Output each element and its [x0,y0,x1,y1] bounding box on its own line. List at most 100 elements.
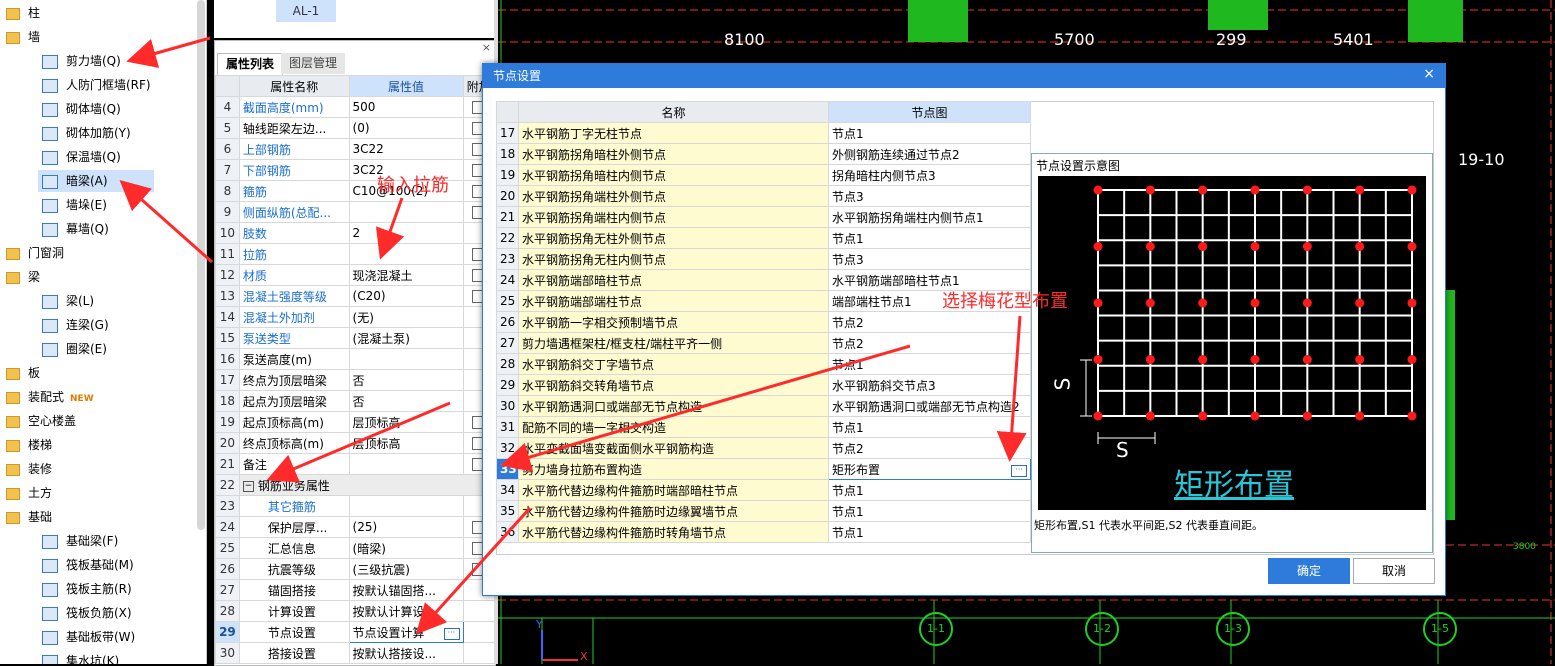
property-row[interactable]: 30 搭接设置 按默认搭接设... [215,642,495,664]
node-row[interactable]: 27 剪力墙遇框架柱/框支柱/端柱平齐一侧 节点2 [496,332,1031,354]
node-value[interactable]: 节点1 [828,122,1031,144]
tree-item-13[interactable]: 连梁(G) [42,314,109,336]
node-value[interactable]: 外侧钢筋连续通过节点2 [828,143,1031,165]
tree-item-6[interactable]: 保温墙(Q) [42,146,121,168]
node-value[interactable]: 节点1 [828,521,1031,543]
tree-item-9[interactable]: 幕墙(Q) [42,218,109,240]
tree-item-0[interactable]: 柱 [6,2,40,24]
node-value[interactable]: 节点1 [828,416,1031,438]
collapse-icon[interactable]: − [242,480,254,492]
node-value[interactable]: 节点2 [828,332,1031,354]
property-value[interactable]: 现浇混凝土 [348,264,464,286]
property-value[interactable]: 否 [348,369,464,391]
tree-item-8[interactable]: 墙垛(E) [42,194,107,216]
property-value[interactable]: (三级抗震) [348,558,464,580]
node-value[interactable]: 水平钢筋拐角端柱内侧节点1 [828,206,1031,228]
tree-item-27[interactable]: 集水坑(K) [42,650,119,664]
tree-item-15[interactable]: 板 [6,362,40,384]
property-row[interactable]: 19 起点顶标高(m) 层顶标高 [215,411,495,433]
property-row[interactable]: 28 计算设置 按默认计算设... [215,600,495,622]
tree-item-26[interactable]: 基础板带(W) [42,626,135,648]
property-value[interactable]: 层顶标高 [348,411,464,433]
tree-item-19[interactable]: 装修 [6,458,52,480]
node-value[interactable]: 节点3 [828,185,1031,207]
property-row[interactable]: 21 备注 [215,453,495,475]
node-value[interactable]: 水平钢筋遇洞口或端部无节点构造2 [828,395,1031,417]
property-row[interactable]: 12 材质 现浇混凝土 [215,264,495,286]
property-value[interactable] [348,348,464,370]
node-row[interactable]: 35 水平筋代替边缘构件箍筋时边缘翼墙节点 节点1 [496,500,1031,522]
tree-item-25[interactable]: 筏板负筋(X) [42,602,132,624]
property-row[interactable]: 16 泵送高度(m) [215,348,495,370]
node-row[interactable]: 33 剪力墙身拉筋布置构造 矩形布置 ··· [496,458,1031,480]
property-row[interactable]: 10 肢数 2 [215,222,495,244]
property-value[interactable]: 2 [348,222,464,244]
tree-item-5[interactable]: 砌体加筋(Y) [42,122,131,144]
node-value[interactable]: 节点1 [828,500,1031,522]
property-row[interactable]: 15 泵送类型 (混凝土泵) [215,327,495,349]
node-row[interactable]: 23 水平钢筋拐角无柱内侧节点 节点3 [496,248,1031,270]
property-row[interactable]: 27 锚固搭接 按默认锚固搭... [215,579,495,601]
node-row[interactable]: 18 水平钢筋拐角暗柱外侧节点 外侧钢筋连续通过节点2 [496,143,1031,165]
tree-item-7[interactable]: 暗梁(A) [38,170,154,192]
tree-item-11[interactable]: 梁 [6,266,40,288]
node-row[interactable]: 26 水平钢筋一字相交预制墙节点 节点2 [496,311,1031,333]
property-value[interactable] [348,243,464,265]
node-value[interactable]: 节点2 [828,311,1031,333]
property-row[interactable]: 23 其它箍筋 [215,495,495,517]
property-value[interactable]: 3C22 [348,138,464,160]
property-row[interactable]: 18 起点为顶层暗梁 否 [215,390,495,412]
node-row[interactable]: 28 水平钢筋斜交丁字墙节点 节点1 [496,353,1031,375]
property-row[interactable]: 24 保护层厚... (25) [215,516,495,538]
node-row[interactable]: 29 水平钢筋斜交转角墙节点 水平钢筋斜交节点3 [496,374,1031,396]
property-row[interactable]: 11 拉筋 [215,243,495,265]
property-row[interactable]: 13 混凝土强度等级 (C20) [215,285,495,307]
node-value[interactable]: 拐角暗柱内侧节点3 [828,164,1031,186]
node-row[interactable]: 36 水平筋代替边缘构件箍筋时转角墙节点 节点1 [496,521,1031,543]
tree-item-23[interactable]: 筏板基础(M) [42,554,134,576]
tree-item-17[interactable]: 空心楼盖 [6,410,76,432]
property-value[interactable] [348,495,464,517]
property-value[interactable]: (C20) [348,285,464,307]
property-row[interactable]: 8 箍筋 C10@100(2) [215,180,495,202]
property-value[interactable]: 按默认锚固搭... [348,579,464,601]
property-value[interactable]: 按默认搭接设... [348,642,464,664]
node-row[interactable]: 21 水平钢筋拐角端柱内侧节点 水平钢筋拐角端柱内侧节点1 [496,206,1031,228]
tree-scrollbar[interactable] [197,0,205,530]
property-value[interactable]: 层顶标高 [348,432,464,454]
node-row[interactable]: 17 水平钢筋丁字无柱节点 节点1 [496,122,1031,144]
property-value[interactable]: (混凝土泵) [348,327,464,349]
property-row[interactable]: 7 下部钢筋 3C22 [215,159,495,181]
tree-item-18[interactable]: 楼梯 [6,434,52,456]
property-value[interactable]: 按默认计算设... [348,600,464,622]
more-options-icon[interactable]: ··· [443,627,460,640]
more-options-icon[interactable]: ··· [1011,464,1027,477]
node-row[interactable]: 20 水平钢筋拐角端柱外侧节点 节点3 [496,185,1031,207]
tree-item-12[interactable]: 梁(L) [42,290,94,312]
ok-button[interactable]: 确定 [1268,558,1350,584]
property-value[interactable]: 500 [348,96,464,118]
node-value[interactable]: 水平钢筋斜交节点3 [828,374,1031,396]
property-row[interactable]: 9 侧面纵筋(总配... [215,201,495,223]
tree-item-24[interactable]: 筏板主筋(R) [42,578,132,600]
property-row[interactable]: 17 终点为顶层暗梁 否 [215,369,495,391]
tree-item-22[interactable]: 基础梁(F) [42,530,118,552]
cancel-button[interactable]: 取消 [1353,558,1435,584]
node-value[interactable]: 节点3 [828,248,1031,270]
tab-property-list[interactable]: 属性列表 [217,53,284,75]
property-row[interactable]: 20 终点顶标高(m) 层顶标高 [215,432,495,454]
property-value[interactable]: (25) [348,516,464,538]
property-row[interactable]: 25 汇总信息 (暗梁) [215,537,495,559]
node-value[interactable]: 节点1 [828,227,1031,249]
tree-item-3[interactable]: 人防门框墙(RF) [42,74,151,96]
tree-item-21[interactable]: 基础 [6,506,52,528]
tree-item-2[interactable]: 剪力墙(Q) [42,50,121,72]
node-value[interactable]: 节点1 [828,353,1031,375]
property-row[interactable]: 14 混凝土外加剂 (无) [215,306,495,328]
dialog-close-icon[interactable]: × [1423,66,1435,82]
property-value[interactable] [348,201,464,223]
property-row[interactable]: 22− 钢筋业务属性 [215,474,496,496]
tree-item-4[interactable]: 砌体墙(Q) [42,98,121,120]
property-value[interactable] [348,453,464,475]
node-value[interactable]: 节点2 [828,437,1031,459]
